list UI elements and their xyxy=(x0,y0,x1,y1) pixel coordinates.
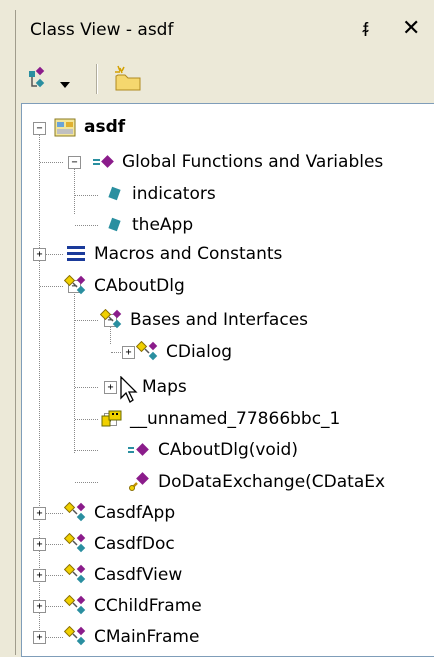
tree-node-label: Macros and Constants xyxy=(94,244,283,264)
class-icon xyxy=(63,274,88,297)
macros-icon xyxy=(64,243,88,265)
tree-node-cdialog[interactable]: CDialog xyxy=(135,337,233,367)
tree-connector xyxy=(40,162,63,163)
tree-node-asdf[interactable]: asdf xyxy=(54,112,125,142)
tree-node-label: CasdfApp xyxy=(94,503,176,523)
tree-node-maps[interactable]: Maps xyxy=(118,372,187,403)
tree-connector xyxy=(74,285,75,453)
tree-connector xyxy=(75,482,98,483)
tree-node-casdfview[interactable]: CasdfView xyxy=(63,560,183,590)
tree-node-dodataexchange[interactable]: DoDataExchange(CDataEx xyxy=(128,467,385,497)
expand-toggle[interactable]: + xyxy=(33,507,46,520)
expand-toggle[interactable]: + xyxy=(33,569,46,582)
class-icon xyxy=(99,308,124,331)
project-icon xyxy=(54,116,78,138)
class-view-panel: Class View - asdf ᵮ ✕ − − + − − + + + + … xyxy=(15,10,434,657)
panel-title: Class View - asdf xyxy=(30,20,174,40)
expand-toggle[interactable]: + xyxy=(33,538,46,551)
mouse-cursor-icon xyxy=(118,375,142,403)
toolbar-separator xyxy=(96,64,98,94)
tree-connector xyxy=(75,450,98,451)
tree-node-global-functions[interactable]: Global Functions and Variables xyxy=(92,147,383,177)
protected-method-icon xyxy=(128,471,152,493)
tree-node-label: DoDataExchange(CDataEx xyxy=(158,472,386,492)
tree-node-label: CasdfDoc xyxy=(94,534,175,554)
tree-connector xyxy=(75,419,98,420)
tree-node-caboutdlg[interactable]: CAboutDlg xyxy=(63,271,185,301)
tree-node-bases-interfaces[interactable]: Bases and Interfaces xyxy=(99,305,309,335)
tree-node-unnamed[interactable]: __unnamed_77866bbc_1 xyxy=(100,404,340,434)
expand-toggle[interactable]: + xyxy=(33,248,46,261)
expand-toggle[interactable]: + xyxy=(33,631,46,644)
class-icon xyxy=(135,340,160,363)
expand-toggle[interactable]: + xyxy=(33,600,46,613)
tree-connector xyxy=(75,225,98,226)
tree-node-label: CMainFrame xyxy=(94,627,200,647)
chevron-down-icon[interactable] xyxy=(60,75,70,94)
expand-toggle[interactable]: + xyxy=(104,381,117,394)
tree-node-label: CChildFrame xyxy=(94,596,202,616)
class-tree[interactable]: − − + − − + + + + + + + + asdf xyxy=(21,103,434,657)
tree-connector xyxy=(75,320,98,321)
tree-connector xyxy=(39,128,40,640)
class-icon xyxy=(63,501,88,524)
tree-connector xyxy=(40,286,63,287)
tree-node-macros[interactable]: Macros and Constants xyxy=(64,239,282,269)
global-functions-icon xyxy=(92,151,116,173)
tree-node-label: CAboutDlg xyxy=(94,276,185,296)
method-icon xyxy=(128,439,152,461)
tree-node-cchildframe[interactable]: CChildFrame xyxy=(63,591,202,621)
tree-node-label: CDialog xyxy=(166,342,233,362)
tree-node-label: theApp xyxy=(132,215,194,235)
sort-members-icon[interactable] xyxy=(26,66,52,96)
class-icon xyxy=(63,594,88,617)
tree-node-cmainframe[interactable]: CMainFrame xyxy=(63,622,200,652)
class-icon xyxy=(63,532,88,555)
tree-node-indicators[interactable]: indicators xyxy=(102,179,216,209)
class-icon xyxy=(63,625,88,648)
struct-icon xyxy=(100,408,124,430)
tree-node-label: Global Functions and Variables xyxy=(122,152,384,172)
tree-node-label: __unnamed_77866bbc_1 xyxy=(130,409,341,429)
tree-node-caboutdlg-ctor[interactable]: CAboutDlg(void) xyxy=(128,435,298,465)
expand-toggle[interactable]: + xyxy=(122,346,135,359)
collapse-toggle[interactable]: − xyxy=(68,156,81,169)
tree-connector xyxy=(75,195,98,196)
variable-icon xyxy=(102,183,126,205)
tree-node-casdfapp[interactable]: CasdfApp xyxy=(63,498,176,528)
class-icon xyxy=(63,563,88,586)
tree-node-casdfdoc[interactable]: CasdfDoc xyxy=(63,529,175,559)
tree-node-label: asdf xyxy=(84,117,126,137)
tree-connector xyxy=(75,387,98,388)
new-folder-icon[interactable] xyxy=(112,64,144,98)
tree-node-theapp[interactable]: theApp xyxy=(102,210,193,240)
tree-node-label: CasdfView xyxy=(94,565,183,585)
toolbar xyxy=(16,58,434,100)
tree-node-label: CAboutDlg(void) xyxy=(158,440,298,460)
collapse-toggle[interactable]: − xyxy=(33,122,46,135)
tree-node-label: Maps xyxy=(142,377,187,397)
pin-icon[interactable]: ᵮ xyxy=(363,19,368,42)
tree-node-label: indicators xyxy=(132,184,216,204)
close-icon[interactable]: ✕ xyxy=(402,16,420,41)
variable-icon xyxy=(102,214,126,236)
title-bar: Class View - asdf ᵮ ✕ xyxy=(16,10,434,54)
tree-node-label: Bases and Interfaces xyxy=(130,310,309,330)
